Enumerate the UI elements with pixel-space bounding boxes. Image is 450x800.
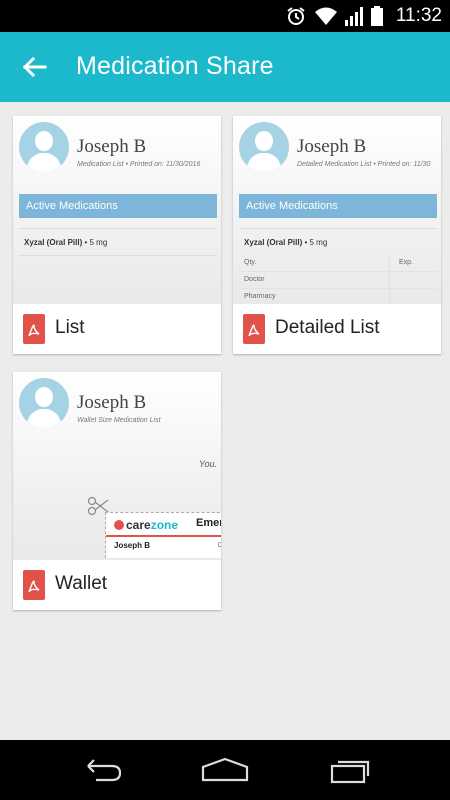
wallet-preview: Joseph B Wallet Size Medication List You… (13, 372, 221, 560)
page-title: Medication Share (76, 52, 274, 80)
detailed-list-preview: Joseph B Detailed Medication List • Prin… (233, 116, 441, 304)
arrow-left-icon[interactable] (20, 52, 50, 82)
medication-row: Xyzal (Oral Pill) • 5 mg (19, 228, 217, 256)
pdf-icon (23, 570, 45, 600)
patient-name: Joseph B (77, 136, 147, 157)
med-name: Xyzal (Oral Pill) (24, 238, 83, 247)
card-label: Detailed List (275, 317, 380, 338)
alarm-icon (287, 7, 305, 25)
recents-nav-icon[interactable] (326, 754, 376, 786)
back-nav-icon[interactable] (76, 754, 126, 786)
card-footer[interactable]: List (13, 304, 221, 354)
share-card-detailed-list[interactable]: Joseph B Detailed Medication List • Prin… (233, 116, 441, 354)
system-nav-bar (0, 740, 450, 800)
avatar (239, 122, 289, 172)
app-bar: Medication Share (0, 32, 450, 102)
detail-row-pharmacy: Pharmacy (239, 289, 437, 304)
status-bar: 11:32 (0, 0, 450, 32)
wifi-icon (315, 7, 337, 25)
exp-label: Exp. (399, 259, 414, 266)
status-time: 11:32 (395, 5, 442, 26)
section-header: Active Medications (19, 194, 217, 218)
card-label: List (55, 317, 85, 338)
med-name: Xyzal (Oral Pill) (244, 238, 303, 247)
card-footer[interactable]: Detailed List (233, 304, 441, 354)
medication-row: Xyzal (Oral Pill) • 5 mg (239, 228, 437, 256)
preview-subtitle: Wallet Size Medication List (77, 417, 161, 424)
share-card-wallet[interactable]: Joseph B Wallet Size Medication List You… (13, 372, 221, 610)
detail-row-qty: Qty. Exp. (239, 255, 437, 272)
signal-icon (345, 7, 363, 26)
wallet-patient-name: Joseph B (114, 541, 151, 550)
detail-label: Qty. (244, 259, 257, 266)
avatar (19, 122, 69, 172)
card-footer[interactable]: Wallet (13, 560, 221, 610)
detail-label: Doctor (244, 276, 265, 283)
patient-name: Joseph B (77, 392, 147, 413)
list-preview: Joseph B Medication List • Printed on: 1… (13, 116, 221, 304)
card-label: Wallet (55, 573, 108, 594)
patient-name: Joseph B (297, 136, 367, 157)
section-header: Active Medications (239, 194, 437, 218)
home-nav-icon[interactable] (200, 754, 250, 786)
share-card-list[interactable]: Joseph B Medication List • Printed on: 1… (13, 116, 221, 354)
detail-label: Pharmacy (244, 293, 276, 300)
preview-subtitle: Detailed Medication List • Printed on: 1… (297, 161, 431, 168)
pdf-icon (23, 314, 45, 344)
emergency-text: Emer (196, 517, 221, 529)
med-dose: • 5 mg (82, 238, 108, 247)
preview-subtitle: Medication List • Printed on: 11/30/2016 (77, 161, 201, 168)
battery-icon (371, 6, 383, 26)
detail-row-doctor: Doctor (239, 272, 437, 289)
med-dose: • 5 mg (302, 238, 328, 247)
carezone-logo: carezone (114, 518, 178, 532)
wallet-you-text: You. (199, 459, 218, 469)
pdf-icon (243, 314, 265, 344)
avatar (19, 378, 69, 428)
wallet-d-text: D (218, 543, 221, 549)
wallet-card-preview: carezone Emer Joseph B D (105, 512, 221, 558)
